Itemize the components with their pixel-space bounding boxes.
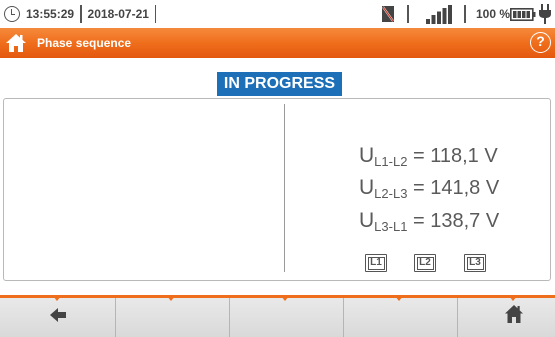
signal-bars-icon: [426, 5, 452, 24]
divider: [80, 5, 82, 23]
phase-l1-indicator: L1: [365, 254, 387, 272]
clock-icon: [4, 6, 20, 22]
plug-icon: [539, 4, 551, 24]
status-badge: IN PROGRESS: [217, 72, 342, 96]
reading-value: = 138,7 V: [412, 210, 500, 232]
phase-label: L3: [469, 257, 481, 268]
panel-divider: [284, 104, 285, 272]
reading-value: = 118,1 V: [412, 145, 498, 167]
home-icon[interactable]: [504, 304, 524, 324]
divider: [407, 5, 409, 23]
reading-symbol: U: [359, 209, 375, 232]
status-time: 13:55:29: [26, 7, 75, 21]
phase-label: L1: [370, 257, 382, 268]
phase-l3-indicator: L3: [464, 254, 486, 272]
divider: [464, 5, 466, 23]
status-datetime: 13:55:29 2018-07-21: [4, 5, 162, 23]
softkey-4[interactable]: [344, 298, 457, 337]
page-title: Phase sequence: [37, 36, 132, 50]
reading-symbol: U: [359, 144, 375, 167]
title-bar: Phase sequence ?: [0, 28, 555, 58]
reading-value: = 141,8 V: [412, 177, 500, 199]
reading-subscript: L2-L3: [374, 186, 408, 201]
phase-l2-indicator: L2: [414, 254, 436, 272]
reading-l3-l1: UL3-L1 = 138,7 V: [359, 209, 499, 239]
reading-l1-l2: UL1-L2 = 118,1 V: [359, 144, 498, 174]
reading-symbol: U: [359, 176, 375, 199]
divider: [154, 5, 157, 23]
battery-icon: [510, 8, 536, 21]
battery-percent: 100 %: [476, 7, 511, 21]
arrow-left-icon[interactable]: [50, 308, 66, 322]
softkey-2[interactable]: [116, 298, 229, 337]
home-icon[interactable]: [5, 32, 27, 54]
reading-subscript: L1-L2: [374, 154, 408, 169]
status-bar: 13:55:29 2018-07-21 100 %: [0, 0, 555, 28]
reading-l2-l3: UL2-L3 = 141,8 V: [359, 176, 499, 206]
help-icon[interactable]: ?: [530, 32, 551, 53]
softkey-3[interactable]: [230, 298, 343, 337]
phase-label: L2: [419, 257, 431, 268]
reading-subscript: L3-L1: [374, 219, 408, 234]
status-date: 2018-07-21: [87, 7, 149, 21]
sd-card-icon: [382, 6, 394, 22]
